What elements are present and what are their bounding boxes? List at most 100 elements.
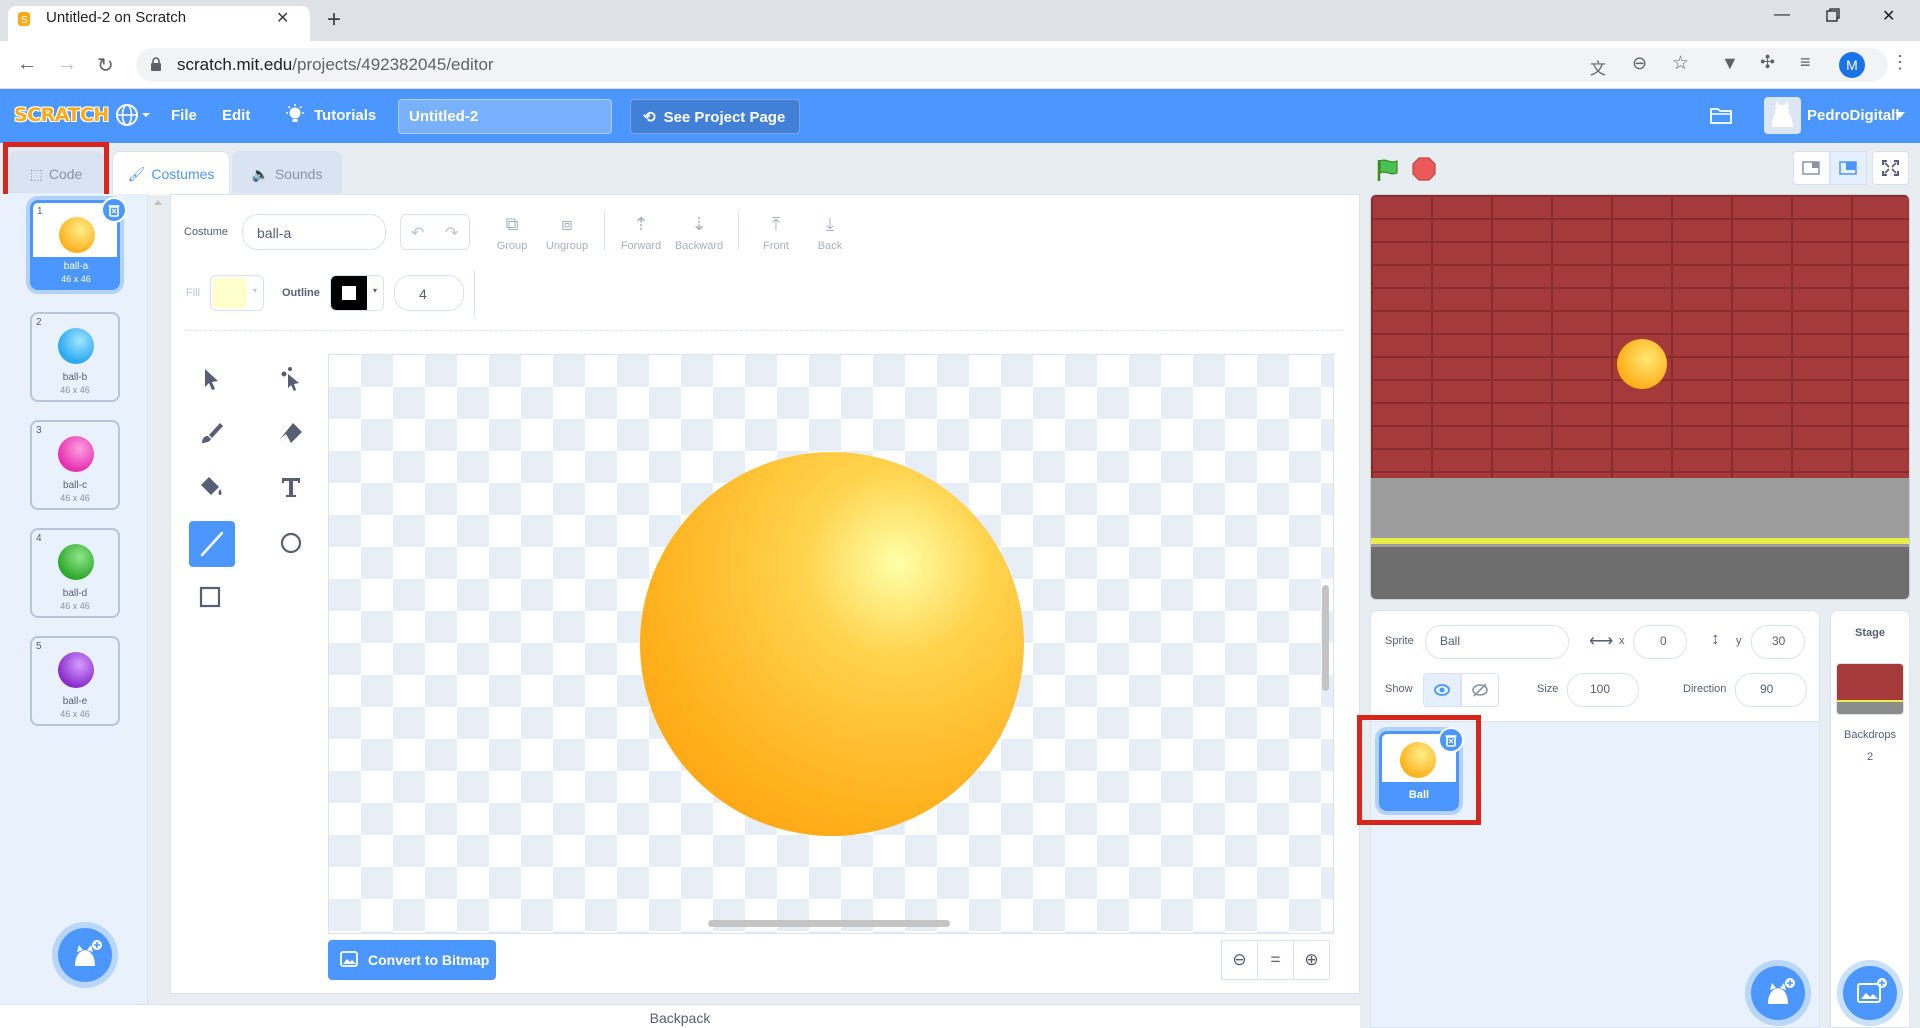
account-caret-icon[interactable] xyxy=(1895,112,1905,118)
stage-canvas[interactable] xyxy=(1370,194,1910,600)
my-stuff-folder-icon[interactable] xyxy=(1709,105,1733,125)
zoom-reset-button[interactable]: = xyxy=(1257,940,1294,980)
zoom-icon[interactable]: ⊖ xyxy=(1632,53,1647,74)
reload-icon[interactable]: ↻ xyxy=(97,53,114,78)
window-close-icon[interactable]: ✕ xyxy=(1882,6,1895,26)
bitmap-icon xyxy=(340,950,358,968)
delete-costume-icon[interactable] xyxy=(101,197,127,223)
costume-brush-icon: 🖌 xyxy=(127,166,146,182)
outline-width-input[interactable]: 4 xyxy=(394,275,464,311)
canvas-horizontal-scrollbar[interactable] xyxy=(708,920,950,927)
see-project-page-button[interactable]: ⟲ See Project Page xyxy=(630,99,800,134)
costume-item-3[interactable]: 3 ball-c 46 x 46 xyxy=(30,420,120,510)
new-tab-button[interactable]: + xyxy=(327,6,341,34)
hide-sprite-button[interactable] xyxy=(1461,673,1499,707)
delete-sprite-icon[interactable] xyxy=(1438,727,1464,753)
project-title-input[interactable]: Untitled-2 xyxy=(398,99,612,134)
sprite-name-input[interactable]: Ball xyxy=(1425,625,1569,659)
normal-stage-button[interactable] xyxy=(1830,151,1867,185)
convert-to-bitmap-button[interactable]: Convert to Bitmap xyxy=(328,940,496,980)
fill-bucket-tool-icon[interactable] xyxy=(198,474,224,500)
username-label[interactable]: PedroDigitall xyxy=(1807,107,1900,124)
size-input[interactable]: 100 xyxy=(1567,673,1639,707)
costume-item-4[interactable]: 4 ball-d 46 x 46 xyxy=(30,528,120,618)
svg-text:S: S xyxy=(21,15,28,26)
ball-costume-drawing[interactable] xyxy=(640,452,1024,836)
brush-tool-icon[interactable] xyxy=(198,420,224,446)
maximize-icon[interactable] xyxy=(1826,8,1840,22)
forward-arrow-icon[interactable]: → xyxy=(57,53,77,76)
back-button[interactable]: ⤓ Back xyxy=(810,214,850,252)
outline-color-swatch xyxy=(331,276,367,310)
size-label: Size xyxy=(1537,683,1559,695)
file-menu[interactable]: File xyxy=(171,107,197,124)
backward-button[interactable]: ⇣ Backward xyxy=(672,214,726,252)
rectangle-tool-icon[interactable] xyxy=(198,584,224,610)
lock-icon[interactable] xyxy=(150,57,162,71)
zoom-in-button[interactable]: ⊕ xyxy=(1293,940,1330,980)
undo-icon[interactable]: ↶ xyxy=(411,223,424,243)
scratch-logo[interactable]: SCRATCH xyxy=(14,104,109,126)
edit-menu[interactable]: Edit xyxy=(222,107,250,124)
tab-code[interactable]: ⬚ Code xyxy=(8,151,104,193)
stage-ball-sprite[interactable] xyxy=(1617,339,1667,389)
fill-color-swatch xyxy=(213,278,247,308)
costume-thumbnail xyxy=(58,436,94,472)
tab-close-icon[interactable]: ✕ xyxy=(276,8,289,28)
outline-swatch-button[interactable]: ▾ xyxy=(330,275,384,311)
fullscreen-button[interactable] xyxy=(1872,151,1909,185)
extension-v-icon[interactable]: ▼ xyxy=(1721,53,1739,74)
user-avatar[interactable] xyxy=(1764,97,1801,134)
text-tool-icon[interactable] xyxy=(278,474,304,500)
costume-size: 46 x 46 xyxy=(60,493,90,503)
direction-input[interactable]: 90 xyxy=(1735,673,1807,707)
small-stage-button[interactable] xyxy=(1793,151,1830,185)
eraser-tool-icon[interactable] xyxy=(278,420,304,446)
backpack-bar[interactable]: Backpack xyxy=(0,1004,1360,1028)
select-tool-icon[interactable] xyxy=(198,366,224,392)
add-costume-button[interactable] xyxy=(58,928,112,982)
profile-avatar[interactable]: M xyxy=(1839,52,1865,78)
add-sprite-button[interactable] xyxy=(1751,966,1805,1020)
group-button[interactable]: ⧉ Group xyxy=(494,214,530,252)
green-flag-icon[interactable] xyxy=(1375,157,1401,183)
ungroup-button[interactable]: ⧈ Ungroup xyxy=(542,214,592,252)
extensions-puzzle-icon[interactable]: ✣ xyxy=(1760,52,1775,73)
canvas-vertical-scrollbar[interactable] xyxy=(1322,585,1329,691)
costume-name-input[interactable]: ball-a xyxy=(242,214,386,250)
tutorials-menu[interactable]: Tutorials xyxy=(314,107,376,124)
redo-icon[interactable]: ↷ xyxy=(445,223,458,243)
translate-icon[interactable]: 文 xyxy=(1590,55,1606,79)
x-input[interactable]: 0 xyxy=(1633,625,1687,659)
costume-name: ball-d xyxy=(62,588,88,599)
costume-item-2[interactable]: 2 ball-b 46 x 46 xyxy=(30,312,120,402)
add-backdrop-button[interactable] xyxy=(1843,966,1897,1020)
y-input[interactable]: 30 xyxy=(1751,625,1805,659)
url-text: scratch.mit.edu/projects/492382045/edito… xyxy=(177,55,494,75)
language-globe-icon[interactable] xyxy=(115,103,153,127)
zoom-out-button[interactable]: ⊖ xyxy=(1221,940,1258,980)
costume-list-scrollbar[interactable] xyxy=(152,196,164,986)
circle-tool-icon[interactable] xyxy=(278,530,304,556)
sprite-info-panel: Sprite Ball ⟷ x 0 ↕ y 30 Show Size 100 D… xyxy=(1370,610,1820,722)
url-path: /projects/492382045/editor xyxy=(292,55,494,74)
media-control-icon[interactable]: ≡ xyxy=(1800,52,1811,73)
bookmark-star-icon[interactable]: ☆ xyxy=(1672,52,1689,75)
front-button[interactable]: ⤒ Front xyxy=(756,214,796,252)
back-arrow-icon[interactable]: ← xyxy=(17,53,37,76)
line-tool-button[interactable] xyxy=(189,521,235,567)
cat-plus-icon xyxy=(1768,978,1795,1004)
minimize-icon[interactable]: — xyxy=(1774,6,1790,24)
costume-name: ball-e xyxy=(62,696,88,707)
forward-button[interactable]: ⇡ Forward xyxy=(618,214,664,252)
stop-sign-icon[interactable] xyxy=(1412,157,1436,181)
reshape-tool-icon[interactable] xyxy=(278,366,304,392)
tab-costumes[interactable]: 🖌 Costumes xyxy=(112,151,230,195)
costume-item-5[interactable]: 5 ball-e 46 x 46 xyxy=(30,636,120,726)
tab-sounds[interactable]: 🔈 Sounds xyxy=(232,151,342,193)
costume-number: 2 xyxy=(36,317,42,328)
browser-menu-icon[interactable]: ⋮ xyxy=(1891,52,1909,73)
fill-swatch-button[interactable]: ▾ xyxy=(210,275,264,311)
show-sprite-button[interactable] xyxy=(1423,673,1461,707)
sprite-label: Sprite xyxy=(1385,635,1414,647)
